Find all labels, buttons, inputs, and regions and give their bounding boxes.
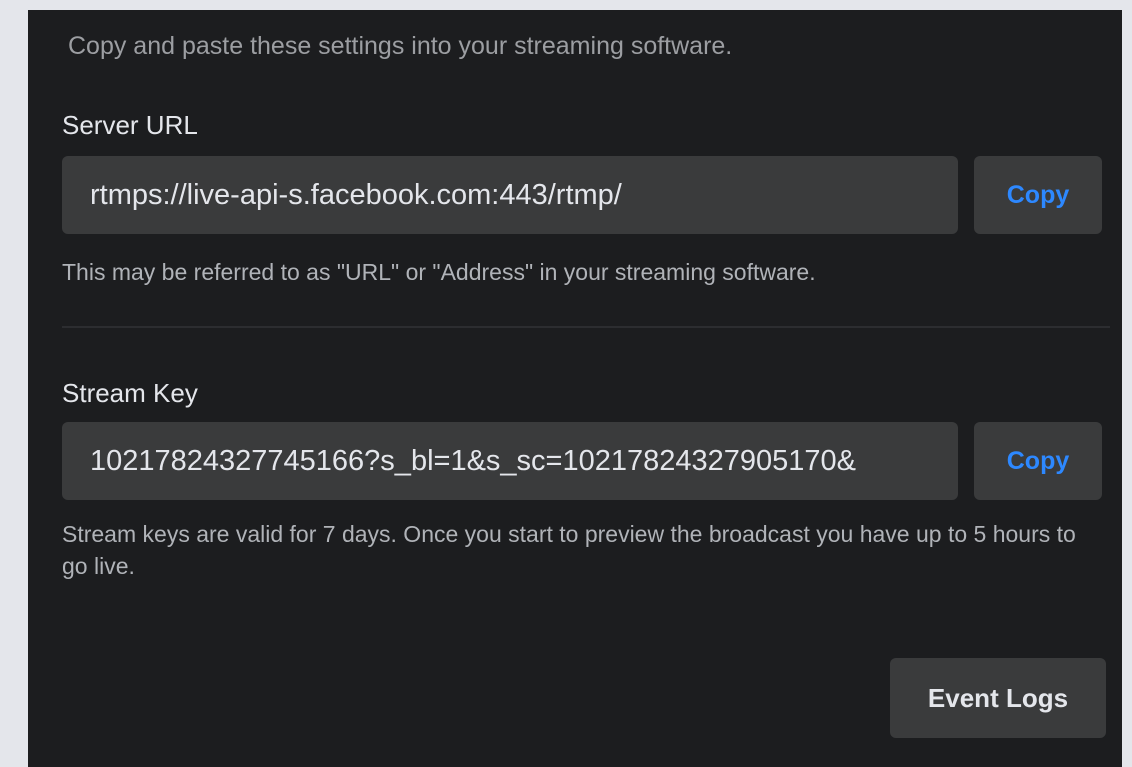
copy-stream-key-button[interactable]: Copy (974, 422, 1102, 500)
stream-setup-panel: Copy and paste these settings into your … (28, 10, 1122, 767)
stream-key-field[interactable]: 10217824327745166?s_bl=1&s_sc=1021782432… (62, 422, 958, 500)
server-url-help-text: This may be referred to as "URL" or "Add… (62, 259, 816, 285)
copy-server-url-button[interactable]: Copy (974, 156, 1102, 234)
stream-key-label: Stream Key (62, 378, 198, 408)
stream-key-help-text: Stream keys are valid for 7 days. Once y… (62, 521, 1076, 579)
section-subtitle: Copy and paste these settings into your … (68, 32, 733, 60)
stream-key-value[interactable]: 10217824327745166?s_bl=1&s_sc=1021782432… (62, 445, 958, 478)
server-url-value[interactable]: rtmps://live-api-s.facebook.com:443/rtmp… (62, 179, 958, 212)
section-divider (62, 326, 1110, 328)
event-logs-button[interactable]: Event Logs (890, 658, 1106, 738)
server-url-label: Server URL (62, 110, 198, 140)
server-url-field[interactable]: rtmps://live-api-s.facebook.com:443/rtmp… (62, 156, 958, 234)
